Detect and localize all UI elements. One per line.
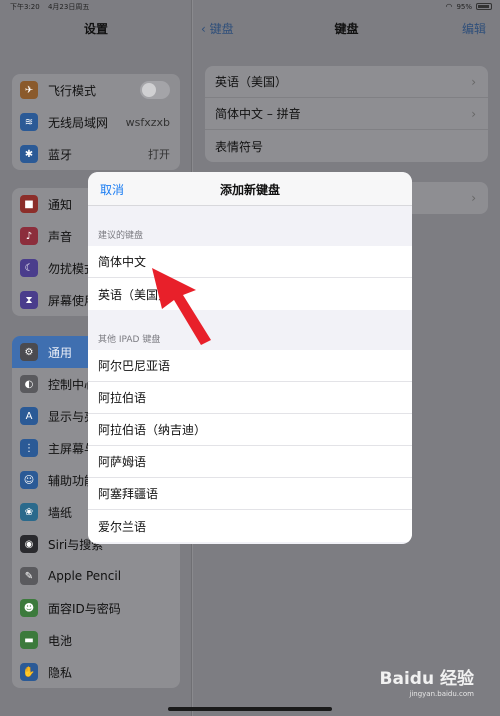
red-arrow-annotation bbox=[152, 268, 211, 345]
arrow-shape bbox=[152, 268, 211, 345]
